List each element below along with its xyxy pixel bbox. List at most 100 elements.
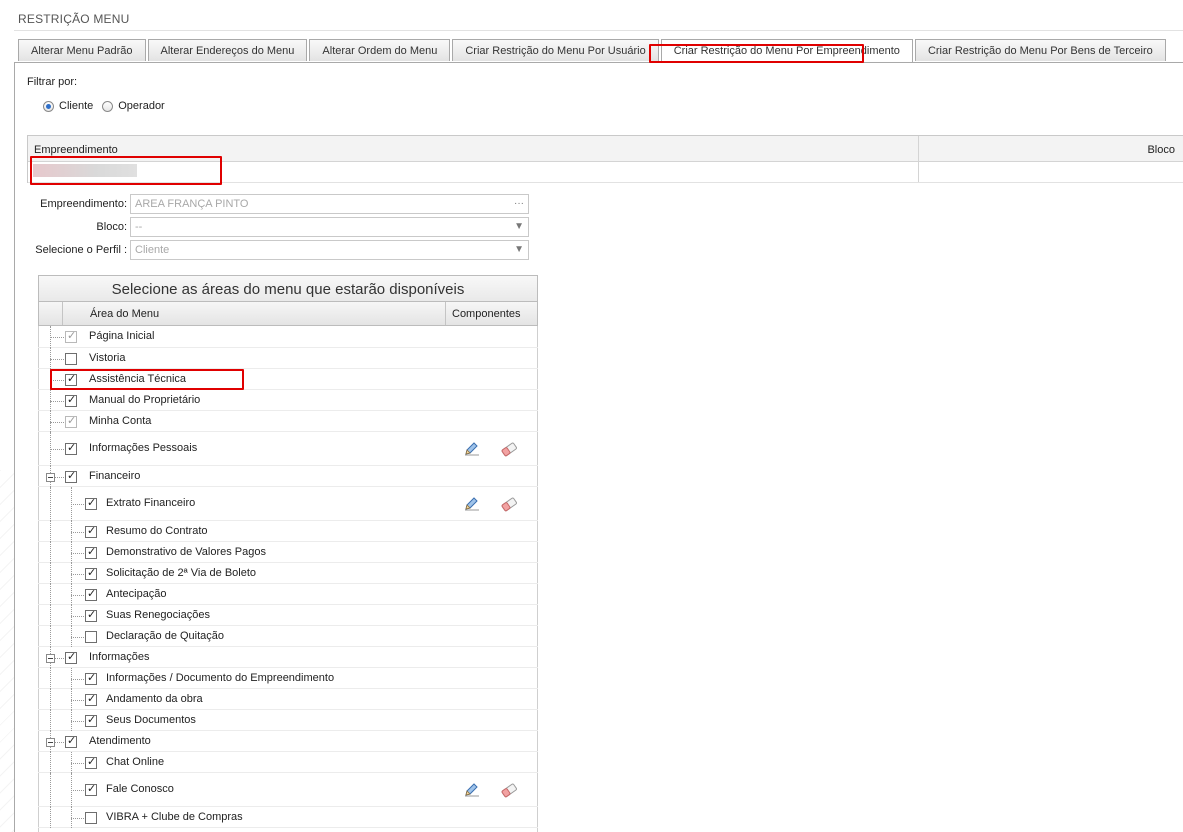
menu-item-label: Financeiro [89,470,141,482]
menu-item-checkbox[interactable] [65,414,77,428]
grid-col-empreendimento[interactable]: Empreendimento [34,144,118,156]
menu-tree-row: Seus Documentos [38,710,538,731]
menu-item-checkbox[interactable] [65,353,77,365]
tree-connector [50,337,64,338]
grid-column-divider [918,136,919,183]
collapse-icon[interactable] [46,738,55,747]
menu-item-checkbox[interactable] [85,631,97,643]
tree-connector [71,563,72,584]
collapse-icon[interactable] [46,473,55,482]
menu-item-label: VIBRA + Clube de Compras [106,811,243,823]
pencil-icon[interactable] [464,497,480,511]
menu-item-checkbox[interactable] [85,566,97,580]
tab-alterar-menu-padrao[interactable]: Alterar Menu Padrão [18,39,146,61]
menu-item-checkbox[interactable] [85,524,97,538]
menu-tree-title: Selecione as áreas do menu que estarão d… [38,275,538,302]
tree-connector [71,763,84,764]
empreendimento-value: AREA FRANÇA PINTO [135,198,249,210]
menu-item-label: Minha Conta [89,415,152,427]
collapse-icon[interactable] [46,654,55,663]
tab-alterar-enderecos-menu[interactable]: Alterar Endereços do Menu [147,39,308,61]
title-divider [14,30,1183,31]
menu-tree-row: Página Inicial [38,326,538,348]
col-area-menu[interactable]: Área do Menu [90,308,159,320]
menu-item-checkbox[interactable] [85,782,97,796]
menu-item-checkbox[interactable] [85,755,97,769]
radio-operador[interactable] [102,100,114,112]
tree-connector [71,487,72,521]
tree-connector [71,521,72,542]
menu-item-checkbox[interactable] [85,713,97,727]
menu-tree-row: Suas Renegociações [38,605,538,626]
empreendimento-field[interactable]: AREA FRANÇA PINTO ··· [130,194,529,214]
tree-connector [50,563,51,584]
tree-connector [71,752,72,773]
tree-connector [71,700,84,701]
menu-item-label: Fale Conosco [106,783,174,795]
tree-connector [50,584,51,605]
radio-cliente[interactable] [43,100,54,112]
perfil-value: Cliente [135,244,170,256]
chevron-down-icon[interactable]: ▼ [514,241,524,259]
menu-tree-row: Informações Pessoais [38,432,538,466]
tree-connector [71,616,84,617]
menu-tree-row: Chat Online [38,752,538,773]
menu-item-checkbox[interactable] [65,734,77,748]
menu-item-label: Declaração de Quitação [106,630,225,642]
tree-connector [71,504,84,505]
tree-connector [50,432,51,466]
grid-col-bloco[interactable]: Bloco [1147,144,1175,156]
menu-item-checkbox[interactable] [85,608,97,622]
menu-item-checkbox[interactable] [65,650,77,664]
menu-tree-row: Minha Conta [38,411,538,432]
bloco-select[interactable]: -- ▼ [130,217,529,237]
menu-item-checkbox[interactable] [85,545,97,559]
menu-tree-row: Manual do Proprietário [38,390,538,411]
tree-connector [50,411,51,432]
tree-connector [50,752,51,773]
menu-item-checkbox[interactable] [85,671,97,685]
tab-restricao-por-usuario[interactable]: Criar Restrição do Menu Por Usuário [452,39,659,61]
menu-item-label: Antecipação [106,588,167,600]
ellipsis-button[interactable]: ··· [514,195,524,213]
menu-tree-row: Fale Conosco [38,773,538,807]
menu-item-checkbox[interactable] [65,469,77,483]
col-componentes[interactable]: Componentes [452,308,521,320]
tab-alterar-ordem-menu[interactable]: Alterar Ordem do Menu [309,39,451,61]
filter-label: Filtrar por: [27,76,78,88]
pencil-icon[interactable] [464,442,480,456]
tab-restricao-por-bens-terceiro[interactable]: Criar Restrição do Menu Por Bens de Terc… [914,39,1166,61]
tree-connector [50,710,51,731]
tab-strip: Alterar Menu Padrão Alterar Endereços do… [18,39,1168,63]
eraser-icon[interactable] [500,496,518,512]
chevron-down-icon[interactable]: ▼ [514,218,524,236]
menu-item-label: Manual do Proprietário [89,394,201,406]
page-title: RESTRIÇÃO MENU [18,12,130,26]
menu-tree-row: Vistoria [38,348,538,369]
tree-connector [50,668,51,689]
pencil-icon[interactable] [464,783,480,797]
eraser-icon[interactable] [500,782,518,798]
menu-item-checkbox[interactable] [85,812,97,824]
menu-tree-row: Informações [38,647,538,668]
menu-item-checkbox[interactable] [85,587,97,601]
perfil-select[interactable]: Cliente ▼ [130,240,529,260]
menu-item-checkbox[interactable] [85,692,97,706]
tree-connector [50,487,51,521]
menu-item-checkbox[interactable] [85,496,97,510]
radio-cliente-label: Cliente [59,100,94,112]
menu-item-checkbox[interactable] [65,441,77,455]
filter-radio-group: Cliente Operador [43,100,174,112]
menu-item-label: Extrato Financeiro [106,497,196,509]
tree-connector [71,605,72,626]
tree-connector [50,326,51,348]
tree-connector [71,595,84,596]
tree-connector [71,710,72,731]
tree-connector [71,584,72,605]
bloco-label: Bloco: [96,221,127,233]
menu-tree-row: VIBRA + Clube de Compras [38,807,538,828]
eraser-icon[interactable] [500,441,518,457]
menu-item-checkbox[interactable] [65,393,77,407]
highlight-active-tab [649,44,864,63]
menu-item-checkbox[interactable] [65,329,77,343]
